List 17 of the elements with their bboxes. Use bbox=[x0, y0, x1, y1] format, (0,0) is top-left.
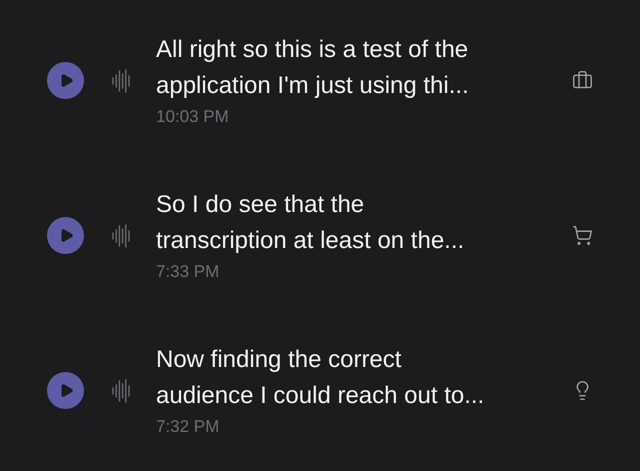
play-button[interactable] bbox=[47, 217, 84, 254]
play-button[interactable] bbox=[47, 62, 84, 99]
waveform-icon bbox=[111, 224, 131, 248]
play-button[interactable] bbox=[47, 372, 84, 409]
transcript-preview: Now finding the correct audience I could reach out to... bbox=[156, 344, 486, 410]
cart-icon bbox=[572, 225, 592, 246]
waveform-icon bbox=[111, 378, 131, 402]
play-icon bbox=[59, 228, 74, 243]
recording-time: 7:33 PM bbox=[156, 260, 220, 282]
transcript-preview: So I do see that the transcription at least on the... bbox=[156, 190, 466, 256]
play-icon bbox=[59, 383, 74, 398]
recording-time: 7:32 PM bbox=[156, 416, 220, 438]
play-icon bbox=[59, 73, 74, 88]
recording-time: 10:03 PM bbox=[156, 106, 230, 128]
briefcase-icon bbox=[572, 70, 592, 91]
waveform-icon bbox=[111, 68, 131, 92]
transcript-preview: All right so this is a test of the application I'm just using thi... bbox=[156, 34, 470, 100]
